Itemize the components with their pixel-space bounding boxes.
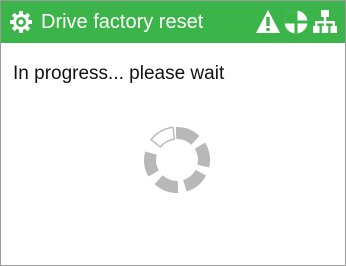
gear-icon bbox=[10, 11, 32, 33]
network-icon bbox=[313, 10, 337, 33]
target-icon bbox=[284, 10, 308, 34]
drive-reset-screen: Drive factory reset In progress... pleas… bbox=[0, 0, 346, 266]
spinner-segment bbox=[154, 175, 179, 193]
screen-title: Drive factory reset bbox=[41, 11, 204, 33]
warning-icon bbox=[256, 10, 280, 33]
spinner-segment-leading bbox=[150, 126, 176, 149]
loading-spinner bbox=[144, 126, 210, 193]
spinner-segment bbox=[194, 142, 210, 168]
spinner-segment bbox=[183, 169, 207, 192]
title-bar: Drive factory reset bbox=[1, 1, 345, 43]
status-message: In progress... please wait bbox=[13, 63, 225, 84]
spinner-segments bbox=[144, 126, 210, 193]
spinner-segment bbox=[175, 127, 200, 145]
spinner-segment bbox=[144, 151, 159, 177]
